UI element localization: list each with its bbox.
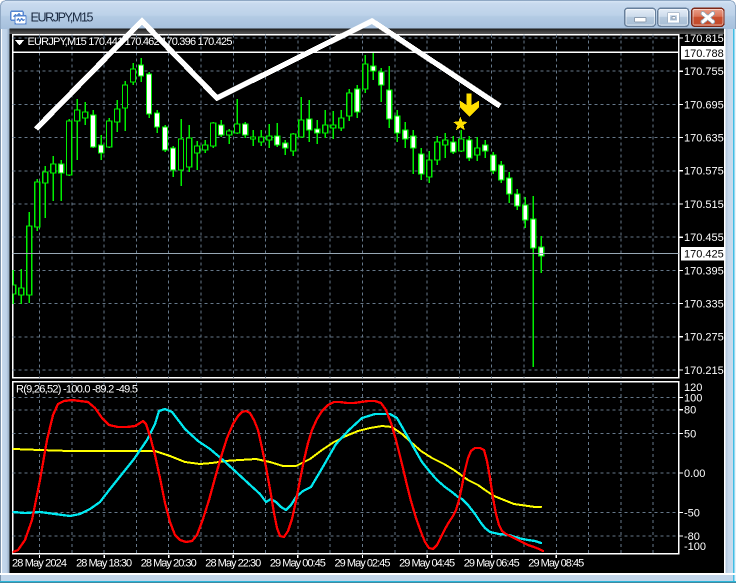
svg-text:29 May 06:45: 29 May 06:45 [464,558,520,570]
svg-text:-50: -50 [684,507,700,519]
svg-text:170.695: 170.695 [684,99,724,111]
svg-text:28 May 20:30: 28 May 20:30 [141,558,197,570]
svg-text:170.635: 170.635 [684,133,724,145]
svg-text:29 May 00:45: 29 May 00:45 [270,558,326,570]
svg-text:170.575: 170.575 [684,166,724,178]
svg-text:100: 100 [684,392,702,404]
svg-text:170.275: 170.275 [684,332,724,344]
svg-text:29 May 04:45: 29 May 04:45 [399,558,455,570]
svg-text:170.515: 170.515 [684,199,724,211]
svg-text:170.335: 170.335 [684,299,724,311]
svg-text:170.425: 170.425 [684,249,724,261]
svg-text:28 May 2024: 28 May 2024 [12,558,67,570]
svg-text:29 May 02:45: 29 May 02:45 [335,558,391,570]
svg-text:EURJPY,M15 170.441 170.462 17: EURJPY,M15 170.441 170.462 170.396 170.4… [28,36,233,48]
svg-text:28 May 18:30: 28 May 18:30 [76,558,132,570]
svg-text:R(9,26,52) -100.0 -89.2 -49.5: R(9,26,52) -100.0 -89.2 -49.5 [16,384,138,396]
svg-text:170.788: 170.788 [684,48,724,60]
svg-text:EURJPY,M15: EURJPY,M15 [31,11,94,25]
svg-text:-100: -100 [684,541,706,553]
svg-text:28 May 22:30: 28 May 22:30 [205,558,261,570]
svg-text:170.815: 170.815 [684,33,724,45]
svg-text:170.455: 170.455 [684,232,724,244]
svg-text:170.215: 170.215 [684,365,724,377]
svg-text:170.755: 170.755 [684,66,724,78]
svg-text:0.00: 0.00 [684,468,705,480]
svg-text:29 May 08:45: 29 May 08:45 [528,558,584,570]
svg-text:50: 50 [684,428,696,440]
svg-text:170.395: 170.395 [684,265,724,277]
svg-text:80: 80 [684,405,696,417]
